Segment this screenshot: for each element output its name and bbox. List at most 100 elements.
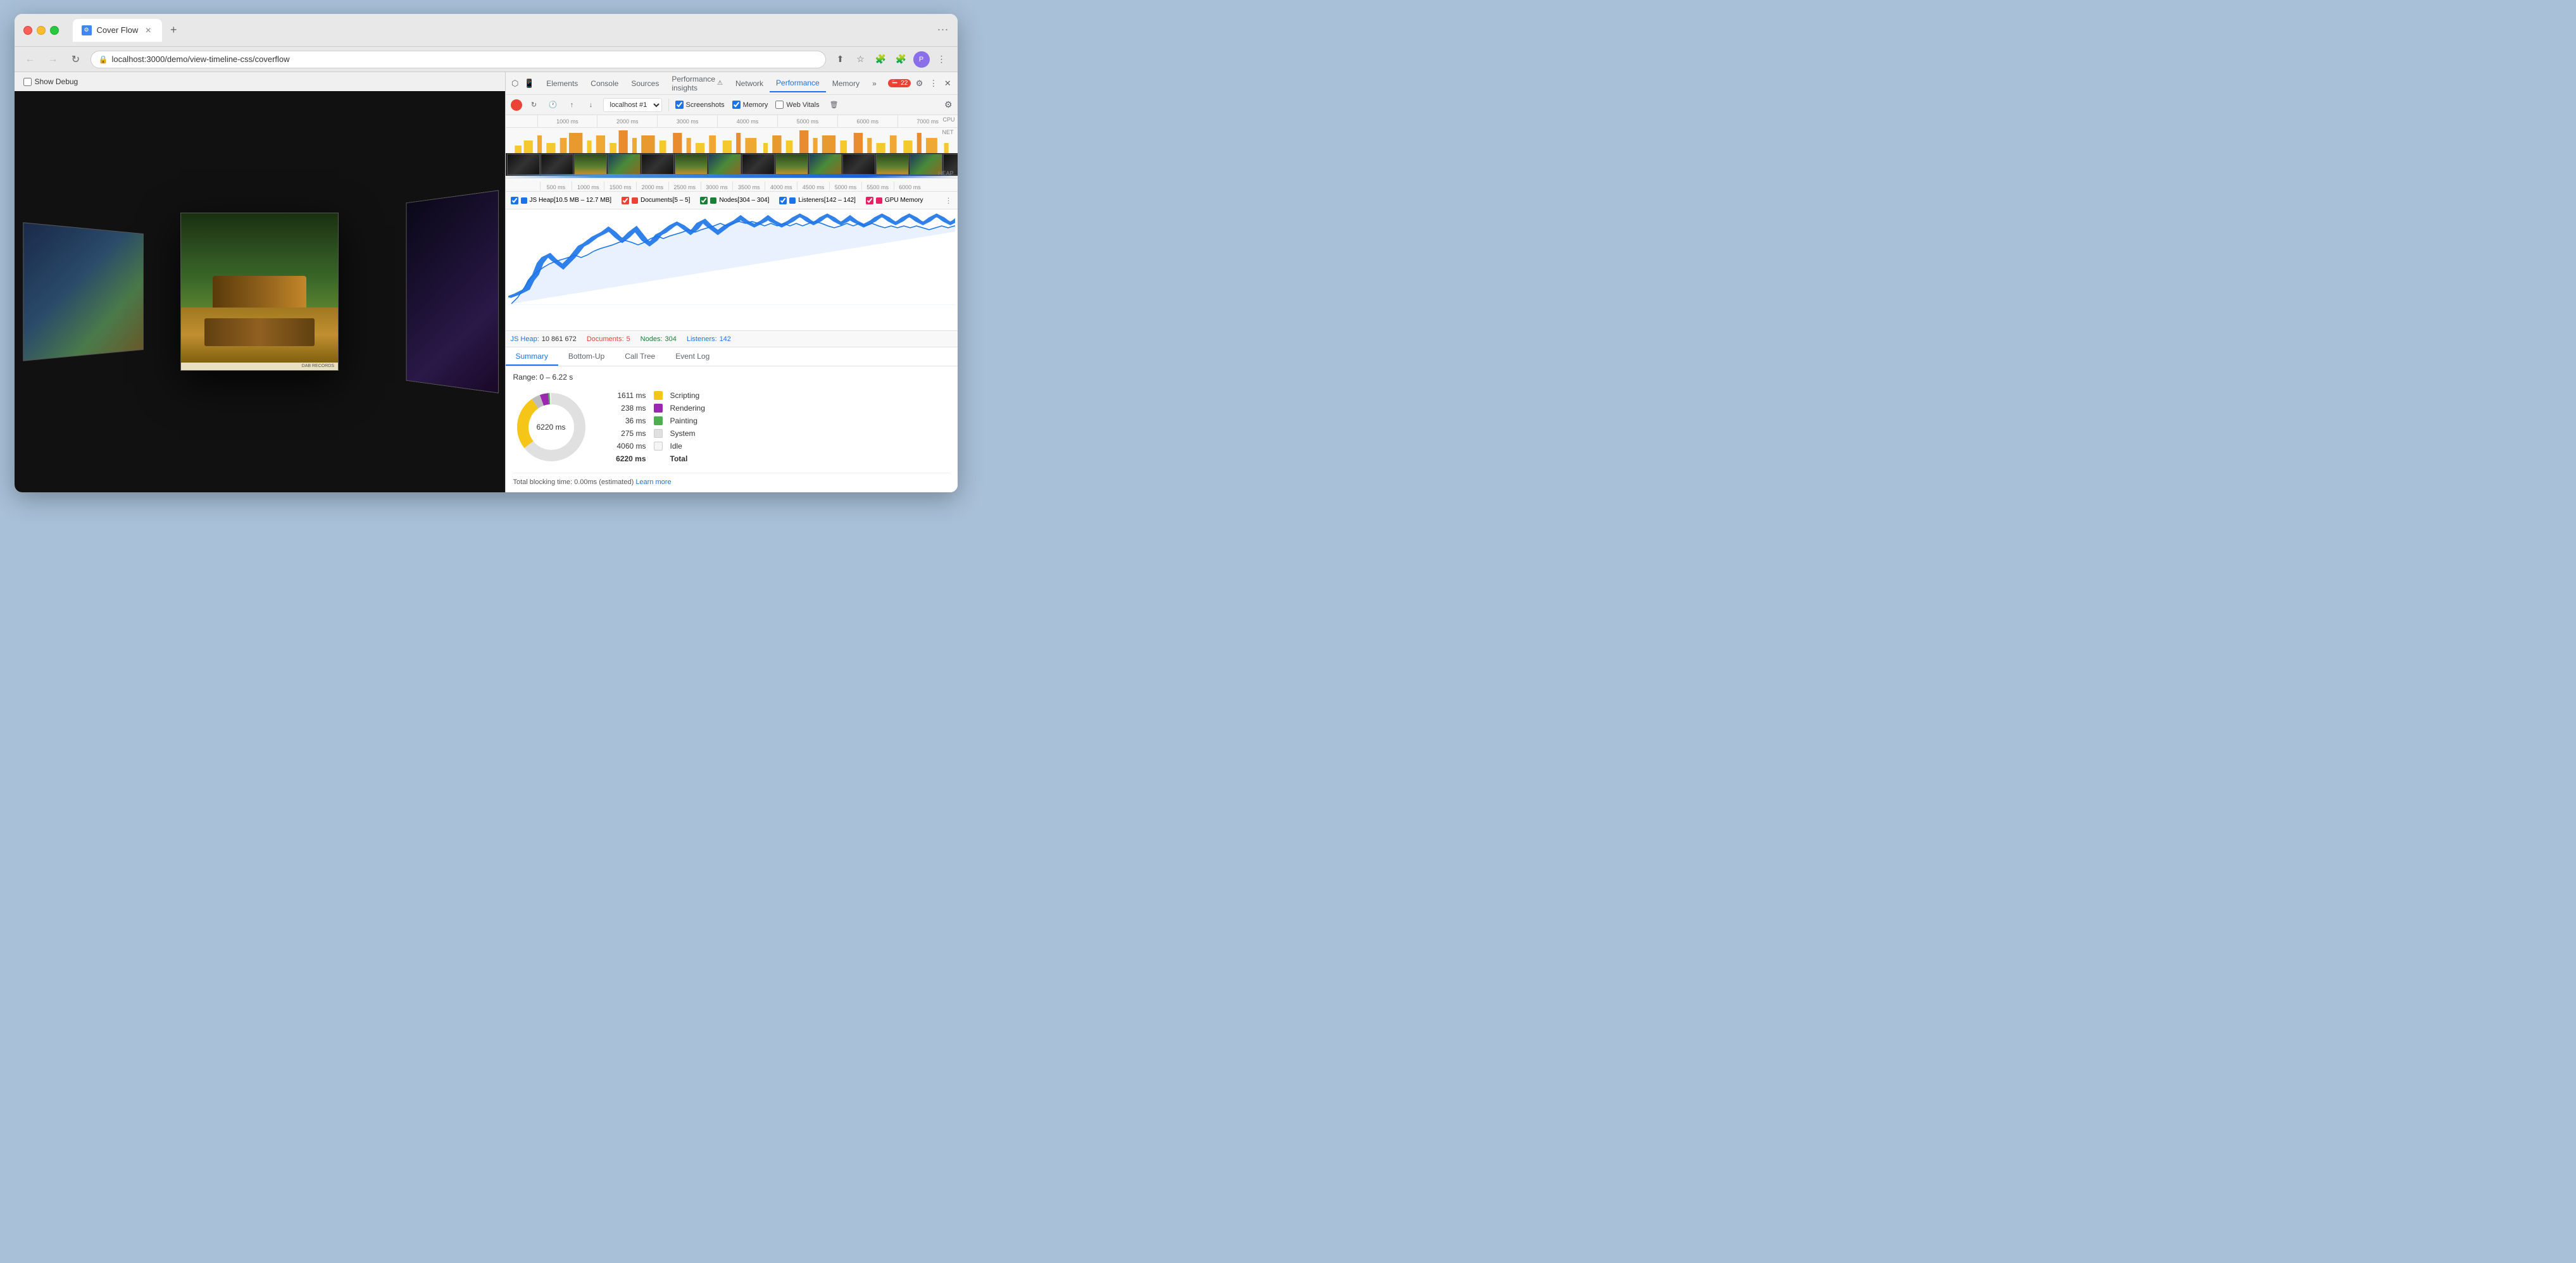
net-label: NET	[942, 129, 954, 135]
listeners-legend[interactable]: Listeners[142 – 142]	[779, 197, 856, 204]
tab-memory[interactable]: Memory	[826, 75, 866, 92]
extensions-button[interactable]: 🧩	[873, 51, 889, 68]
more-devtools-button[interactable]: ⋮	[928, 75, 939, 92]
tab-network[interactable]: Network	[729, 75, 770, 92]
memory-chart	[506, 209, 958, 330]
blocking-time-text: Total blocking time: 0.00ms (estimated)	[513, 478, 634, 486]
memory-legend: JS Heap[10.5 MB – 12.7 MB] Documents[5 –…	[506, 192, 958, 209]
show-debug-text: Show Debug	[35, 77, 78, 86]
documents-legend[interactable]: Documents[5 – 5]	[622, 197, 690, 204]
tab-close-button[interactable]: ✕	[143, 25, 153, 35]
tab-bottom-up[interactable]: Bottom-Up	[558, 347, 615, 366]
record-button[interactable]	[511, 99, 522, 111]
inspect-element-button[interactable]: ⬡	[510, 75, 521, 92]
documents-stat: Documents: 5	[587, 335, 630, 343]
extensions-button-2[interactable]: 🧩	[893, 51, 910, 68]
tab-performance[interactable]: Performance	[770, 75, 826, 92]
browser-tab[interactable]: ⚙ Cover Flow ✕	[73, 19, 163, 42]
screenshot-thumb	[541, 154, 573, 175]
perf-options: Screenshots Memory Web Vitals 🗑	[675, 98, 841, 112]
documents-stat-value: 5	[627, 335, 630, 343]
back-button[interactable]: ←	[22, 51, 39, 68]
timeline-ruler: 1000 ms 2000 ms 3000 ms 4000 ms 5000 ms …	[506, 115, 958, 128]
tab-summary[interactable]: Summary	[506, 347, 558, 366]
ruler2-tick: 2000 ms	[636, 182, 668, 190]
summary-layout: 6220 ms 1611 ms Scripting 238 ms	[513, 389, 950, 465]
listeners-stat: Listeners: 142	[687, 335, 731, 343]
tab-sources[interactable]: Sources	[625, 75, 665, 92]
window-controls[interactable]: ⋯	[937, 23, 949, 37]
nodes-legend[interactable]: Nodes[304 – 304]	[700, 197, 769, 204]
maximize-window-button[interactable]	[50, 26, 59, 35]
tab-elements[interactable]: Elements	[540, 75, 584, 92]
minimize-window-button[interactable]	[37, 26, 46, 35]
address-bar[interactable]: 🔒 localhost:3000/demo/view-timeline-css/…	[91, 51, 826, 68]
ruler2-tick: 500 ms	[540, 182, 572, 190]
throttle-select[interactable]: localhost #1	[603, 98, 662, 112]
share-button[interactable]: ⬆	[832, 51, 849, 68]
tab-event-log[interactable]: Event Log	[665, 347, 720, 366]
bookmark-button[interactable]: ☆	[853, 51, 869, 68]
device-toolbar-button[interactable]: 📱	[523, 75, 535, 92]
tab-performance-insights[interactable]: Performance insights ⚠	[665, 75, 729, 92]
forward-button[interactable]: →	[45, 51, 61, 68]
nav-bar: ← → ↻ 🔒 localhost:3000/demo/view-timelin…	[15, 47, 958, 72]
nodes-legend-label: Nodes[304 – 304]	[719, 197, 769, 204]
upload-button[interactable]: ↑	[565, 98, 579, 112]
total-swatch	[654, 454, 663, 463]
idle-time: 4060 ms	[608, 442, 646, 451]
web-vitals-option[interactable]: Web Vitals	[775, 101, 819, 109]
browser-window: ⚙ Cover Flow ✕ + ⋯ ← → ↻ 🔒 localhost:300…	[15, 14, 958, 492]
cover-left	[23, 222, 144, 361]
tab-more[interactable]: »	[866, 75, 883, 92]
js-heap-stat: JS Heap: 10 861 672	[511, 335, 577, 343]
memory-legend-menu[interactable]: ⋮	[945, 196, 953, 205]
settings-button[interactable]: ⚙	[913, 75, 925, 92]
download-button[interactable]: ↓	[584, 98, 598, 112]
js-heap-legend[interactable]: JS Heap[10.5 MB – 12.7 MB]	[511, 197, 612, 204]
close-window-button[interactable]	[23, 26, 32, 35]
show-debug-checkbox[interactable]	[23, 78, 32, 86]
traffic-lights	[23, 26, 59, 35]
ruler-tick-3000: 3000 ms	[657, 115, 717, 127]
close-devtools-button[interactable]: ✕	[942, 75, 953, 92]
legend-row-painting: 36 ms Painting	[608, 416, 705, 425]
js-heap-stat-label: JS Heap:	[511, 335, 539, 343]
ruler-tick-1000: 1000 ms	[537, 115, 597, 127]
new-tab-button[interactable]: +	[165, 22, 182, 39]
documents-stat-label: Documents:	[587, 335, 624, 343]
separator	[668, 99, 669, 111]
clear-recording-button[interactable]: 🗑	[827, 98, 841, 112]
capture-settings-button[interactable]: ⚙	[944, 99, 953, 110]
ruler-tick-4000: 4000 ms	[717, 115, 777, 127]
more-options-button[interactable]: ⋮	[934, 51, 950, 68]
listeners-color	[789, 197, 796, 204]
legend-row-idle: 4060 ms Idle	[608, 442, 705, 451]
reload-record-button[interactable]: ↻	[527, 98, 541, 112]
clear-button[interactable]: 🕐	[546, 98, 560, 112]
ruler2-tick: 1500 ms	[604, 182, 636, 190]
memory-stats-bar: JS Heap: 10 861 672 Documents: 5 Nodes: …	[506, 331, 958, 347]
devtools-panel: ⬡ 📱 Elements Console Sources Performance…	[505, 72, 958, 492]
cpu-chart	[506, 128, 958, 153]
show-debug-label[interactable]: Show Debug	[23, 77, 78, 86]
ruler2-tick: 6000 ms	[894, 182, 926, 190]
tab-console[interactable]: Console	[584, 75, 625, 92]
ruler-tick-5000: 5000 ms	[777, 115, 837, 127]
page-toolbar: Show Debug	[15, 72, 505, 91]
lock-icon: 🔒	[99, 55, 108, 64]
bottom-tabs: Summary Bottom-Up Call Tree Event Log	[506, 347, 958, 366]
total-label: Total	[670, 454, 688, 463]
devtools-tabs: Elements Console Sources Performance ins…	[540, 75, 883, 92]
timeline-overview[interactable]: 1000 ms 2000 ms 3000 ms 4000 ms 5000 ms …	[506, 115, 958, 178]
main-content: Show Debug	[15, 72, 958, 492]
memory-option[interactable]: Memory	[732, 101, 768, 109]
learn-more-link[interactable]: Learn more	[635, 478, 671, 486]
profile-button[interactable]: P	[913, 51, 930, 68]
screenshots-option[interactable]: Screenshots	[675, 101, 725, 109]
reload-button[interactable]: ↻	[68, 51, 84, 68]
listeners-legend-label: Listeners[142 – 142]	[798, 197, 856, 204]
gpu-memory-legend[interactable]: GPU Memory	[866, 197, 923, 204]
url-text: localhost:3000/demo/view-timeline-css/co…	[111, 54, 289, 64]
tab-call-tree[interactable]: Call Tree	[615, 347, 665, 366]
